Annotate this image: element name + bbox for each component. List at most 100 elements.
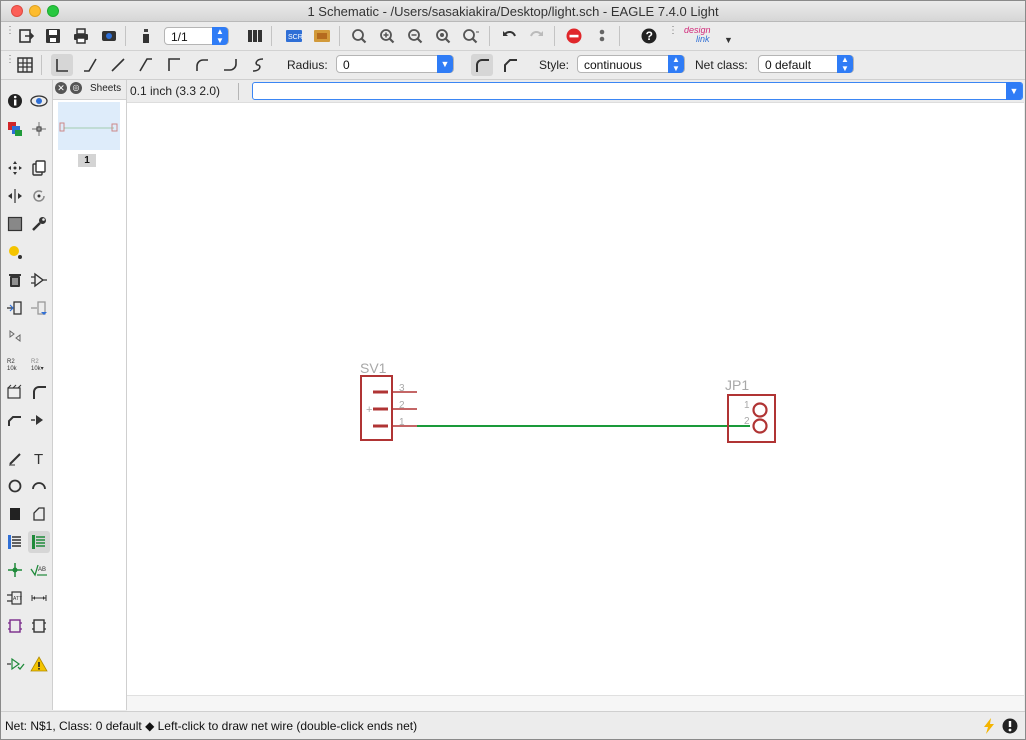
save-icon[interactable] <box>42 25 64 47</box>
bus-icon[interactable] <box>4 531 26 553</box>
wire-bend-45-alt-icon[interactable] <box>135 54 157 76</box>
undo-icon[interactable] <box>498 25 520 47</box>
mark-icon[interactable] <box>28 118 50 140</box>
toolbar-grip: ⋮ <box>5 25 15 36</box>
text-icon[interactable]: T <box>28 447 50 469</box>
radius-label: Radius: <box>287 58 328 72</box>
schematic-canvas[interactable]: SV1 3 2 1 + JP1 1 2 <box>127 102 1024 696</box>
label-icon[interactable]: AB <box>28 559 50 581</box>
add-part-icon[interactable] <box>28 269 50 291</box>
help-icon[interactable]: ? <box>638 25 660 47</box>
svg-text:ATT: ATT <box>13 596 22 602</box>
wire-bend-arc-alt-icon[interactable] <box>219 54 241 76</box>
wire-bend-90-icon[interactable] <box>51 54 73 76</box>
lightning-icon[interactable] <box>981 717 997 735</box>
zoom-redraw-icon[interactable] <box>432 25 454 47</box>
smash-icon[interactable] <box>4 381 26 403</box>
wire-bend-90-alt-icon[interactable] <box>163 54 185 76</box>
wire-bend-freehand-icon[interactable] <box>247 54 269 76</box>
mirror-icon[interactable] <box>4 185 26 207</box>
svg-text:AB: AB <box>38 567 46 573</box>
junction-icon[interactable] <box>4 559 26 581</box>
replace-icon[interactable] <box>28 297 50 319</box>
style-select[interactable]: continuous ▲ ▼ <box>577 55 685 73</box>
circle-icon[interactable] <box>4 475 26 497</box>
sheet-select-value: 1/1 <box>171 30 188 44</box>
miter-straight-icon[interactable] <box>499 54 521 76</box>
print-icon[interactable] <box>70 25 92 47</box>
dimension-icon[interactable] <box>28 587 50 609</box>
value-icon[interactable]: R2 10k▾ <box>28 353 50 375</box>
polygon-icon[interactable] <box>28 503 50 525</box>
name-icon[interactable]: R2 10k <box>4 353 26 375</box>
sheet-remove-icon[interactable] <box>135 25 157 47</box>
use-library-icon[interactable] <box>244 25 266 47</box>
designlink-button[interactable]: design link ▼ <box>684 25 734 47</box>
frame-icon[interactable] <box>4 615 26 637</box>
wire-icon[interactable] <box>4 447 26 469</box>
grid-icon[interactable] <box>14 54 36 76</box>
invoke-icon[interactable] <box>28 409 50 431</box>
rect-icon[interactable] <box>4 503 26 525</box>
net-icon[interactable] <box>28 531 50 553</box>
move-icon[interactable] <box>4 157 26 179</box>
wire-bend-straight-icon[interactable] <box>107 54 129 76</box>
group-icon[interactable] <box>4 213 26 235</box>
zoom-out-icon[interactable] <box>404 25 426 47</box>
stop-command-icon[interactable] <box>1001 717 1019 735</box>
arc-icon[interactable] <box>28 475 50 497</box>
cam-processor-icon[interactable] <box>98 25 120 47</box>
radius-input[interactable]: 0 ▼ <box>336 55 454 73</box>
wire-bend-45-icon[interactable] <box>79 54 101 76</box>
change-wrench-icon[interactable] <box>28 213 50 235</box>
svg-text:?: ? <box>646 29 653 43</box>
rotate-icon[interactable] <box>28 185 50 207</box>
part-jp1[interactable]: JP1 1 2 <box>725 377 776 443</box>
sheets-header: ✕ ◎ Sheets <box>53 80 126 100</box>
open-icon[interactable] <box>15 25 37 47</box>
attribute-icon[interactable]: ATT <box>4 587 26 609</box>
erc-icon[interactable] <box>4 653 26 675</box>
go-icon[interactable] <box>591 25 613 47</box>
paste-icon[interactable] <box>4 241 26 263</box>
info-icon[interactable] <box>4 90 26 112</box>
jp1-body <box>727 394 776 443</box>
toolbar-grip: ⋮ <box>668 25 678 36</box>
copy-icon[interactable] <box>28 157 50 179</box>
sheet-thumbnail[interactable] <box>58 102 120 150</box>
window-title: 1 Schematic - /Users/sasakiakira/Desktop… <box>307 4 719 19</box>
sheet-number[interactable]: 1 <box>78 154 96 167</box>
wire-bend-arc-icon[interactable] <box>191 54 213 76</box>
warning-icon[interactable] <box>28 653 50 675</box>
delete-icon[interactable] <box>4 269 26 291</box>
netclass-select[interactable]: 0 default ▲ ▼ <box>758 55 854 73</box>
run-ulp-icon[interactable] <box>311 25 333 47</box>
separator <box>554 26 555 46</box>
part-sv1[interactable]: SV1 3 2 1 + <box>360 360 417 441</box>
split-icon[interactable] <box>4 409 26 431</box>
close-panel-icon[interactable]: ✕ <box>55 82 67 94</box>
sv1-pin-label: 1 <box>399 417 405 428</box>
miter-round-icon[interactable] <box>471 54 493 76</box>
sheet-select[interactable]: 1/1 ▲ ▼ <box>164 27 229 45</box>
stop-icon[interactable] <box>563 25 585 47</box>
pinswap-icon[interactable] <box>4 297 26 319</box>
redo-icon[interactable] <box>526 25 548 47</box>
modules-icon[interactable] <box>28 615 50 637</box>
show-icon[interactable] <box>28 90 50 112</box>
schematic-drawing: SV1 3 2 1 + JP1 1 2 <box>360 360 776 443</box>
horizontal-scrollbar[interactable] <box>127 695 1024 711</box>
command-input[interactable]: ▼ <box>252 82 1023 100</box>
gateswap-icon[interactable] <box>4 325 26 347</box>
panel-options-icon[interactable]: ◎ <box>70 82 82 94</box>
eagle-window: 1 Schematic - /Users/sasakiakira/Desktop… <box>0 0 1026 740</box>
script-icon[interactable]: SCR <box>283 25 305 47</box>
svg-text:SCR: SCR <box>288 34 303 41</box>
separator <box>125 26 126 46</box>
display-layers-icon[interactable] <box>4 118 26 140</box>
zoom-in-icon[interactable] <box>376 25 398 47</box>
zoom-fit-icon[interactable] <box>348 25 370 47</box>
miter-icon[interactable] <box>28 381 50 403</box>
chevron-down-icon[interactable]: ▼ <box>1006 82 1022 100</box>
zoom-select-icon[interactable] <box>460 25 482 47</box>
